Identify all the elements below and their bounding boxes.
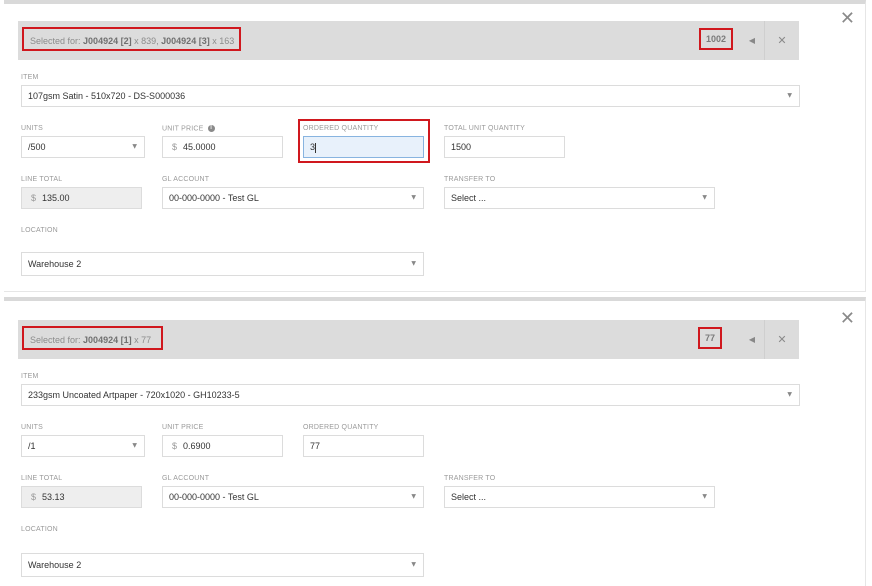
line-total-value: 53.13	[42, 492, 65, 502]
chevron-down-icon: ▼	[411, 260, 416, 267]
selected-for-label: Selected for: J004924 [1] x 77	[22, 326, 163, 350]
collapse-left-icon[interactable]: ◀	[747, 320, 757, 359]
ordered-quantity-label: ORDERED QUANTITY	[303, 125, 379, 132]
chevron-down-icon: ▼	[787, 391, 792, 398]
total-quantity-badge: 1002	[699, 28, 734, 50]
unit-price-input[interactable]: $0.6900	[162, 435, 283, 457]
transfer-to-select[interactable]: Select ... ▼	[444, 187, 715, 209]
unit-price-value: 0.6900	[183, 441, 211, 451]
chevron-down-icon: ▼	[702, 493, 707, 500]
selection-bar: Selected for: J004924 [1] x 77 77 ◀ ✕	[18, 320, 799, 359]
unit-price-label: UNIT PRICE	[162, 424, 204, 431]
chevron-down-icon: ▼	[411, 194, 416, 201]
unit-price-label: UNIT PRICE i	[162, 125, 215, 132]
line-total-field: $53.13	[21, 486, 142, 508]
line-total-field: $135.00	[21, 187, 142, 209]
ordered-quantity-label: ORDERED QUANTITY	[303, 424, 379, 431]
job-reference: J004924 [1]	[83, 335, 132, 345]
ordered-quantity-value: 77	[310, 441, 321, 451]
location-value: Warehouse 2	[28, 560, 82, 570]
currency-symbol: $	[31, 492, 37, 502]
item-value: 107gsm Satin - 510x720 - DS-S000036	[28, 91, 186, 101]
currency-symbol: $	[31, 193, 37, 203]
gl-account-select[interactable]: 00-000-0000 - Test GL ▼	[162, 486, 424, 508]
units-select[interactable]: /500 ▼	[21, 136, 145, 158]
line-item-panel-2: ✕ Selected for: J004924 [1] x 77 77 ◀ ✕ …	[4, 297, 866, 586]
item-select[interactable]: 233gsm Uncoated Artpaper - 720x1020 - GH…	[21, 384, 800, 406]
gl-account-value: 00-000-0000 - Test GL	[169, 492, 259, 502]
job-quantity: x 163	[212, 36, 235, 46]
chevron-down-icon: ▼	[132, 143, 137, 150]
selected-for-prefix: Selected for:	[30, 335, 81, 345]
item-select[interactable]: 107gsm Satin - 510x720 - DS-S000036 ▼	[21, 85, 800, 107]
selected-for-prefix: Selected for:	[30, 36, 81, 46]
units-select[interactable]: /1 ▼	[21, 435, 145, 457]
item-value: 233gsm Uncoated Artpaper - 720x1020 - GH…	[28, 390, 240, 400]
total-quantity-badge: 77	[698, 327, 723, 349]
job-reference: J004924 [2]	[83, 36, 132, 46]
transfer-to-value: Select ...	[451, 492, 487, 502]
text-cursor	[315, 142, 317, 153]
currency-symbol: $	[172, 142, 178, 152]
location-label: LOCATION	[21, 526, 58, 533]
gl-account-value: 00-000-0000 - Test GL	[169, 193, 259, 203]
location-select[interactable]: Warehouse 2 ▼	[21, 252, 424, 276]
info-icon[interactable]: i	[207, 125, 215, 132]
location-value: Warehouse 2	[28, 259, 82, 269]
panel-close-icon[interactable]: ✕	[840, 310, 855, 328]
remove-line-button[interactable]: ✕	[764, 21, 799, 60]
selected-for-label: Selected for: J004924 [2] x 839, J004924…	[22, 27, 241, 51]
transfer-to-label: TRANSFER TO	[444, 176, 496, 183]
line-total-label: LINE TOTAL	[21, 475, 63, 482]
line-item-panel-1: ✕ Selected for: J004924 [2] x 839, J0049…	[4, 0, 866, 292]
job-reference: J004924 [3]	[161, 36, 210, 46]
chevron-down-icon: ▼	[411, 561, 416, 568]
location-select[interactable]: Warehouse 2 ▼	[21, 553, 424, 577]
location-label: LOCATION	[21, 227, 58, 234]
chevron-down-icon: ▼	[702, 194, 707, 201]
transfer-to-select[interactable]: Select ... ▼	[444, 486, 715, 508]
total-unit-quantity-field: 1500	[444, 136, 565, 158]
job-quantity: x 77	[134, 335, 152, 345]
line-total-label: LINE TOTAL	[21, 176, 63, 183]
chevron-down-icon: ▼	[787, 92, 792, 99]
units-value: /500	[28, 142, 46, 152]
units-value: /1	[28, 441, 36, 451]
total-unit-quantity-label: TOTAL UNIT QUANTITY	[444, 125, 525, 132]
currency-symbol: $	[172, 441, 178, 451]
remove-line-button[interactable]: ✕	[764, 320, 799, 359]
units-label: UNITS	[21, 424, 43, 431]
gl-account-label: GL ACCOUNT	[162, 176, 210, 183]
collapse-left-icon[interactable]: ◀	[747, 21, 757, 60]
selection-bar: Selected for: J004924 [2] x 839, J004924…	[18, 21, 799, 60]
ordered-quantity-input[interactable]: 3	[303, 136, 424, 158]
job-quantity: x 839,	[134, 36, 159, 46]
gl-account-select[interactable]: 00-000-0000 - Test GL ▼	[162, 187, 424, 209]
transfer-to-value: Select ...	[451, 193, 487, 203]
transfer-to-label: TRANSFER TO	[444, 475, 496, 482]
unit-price-input[interactable]: $45.0000	[162, 136, 283, 158]
line-total-value: 135.00	[42, 193, 70, 203]
total-unit-quantity-value: 1500	[451, 142, 472, 152]
chevron-down-icon: ▼	[411, 493, 416, 500]
units-label: UNITS	[21, 125, 43, 132]
item-label: ITEM	[21, 74, 39, 81]
chevron-down-icon: ▼	[132, 442, 137, 449]
item-label: ITEM	[21, 373, 39, 380]
panel-close-icon[interactable]: ✕	[840, 10, 855, 28]
unit-price-value: 45.0000	[183, 142, 216, 152]
ordered-quantity-input[interactable]: 77	[303, 435, 424, 457]
gl-account-label: GL ACCOUNT	[162, 475, 210, 482]
unit-price-label-text: UNIT PRICE	[162, 125, 204, 133]
